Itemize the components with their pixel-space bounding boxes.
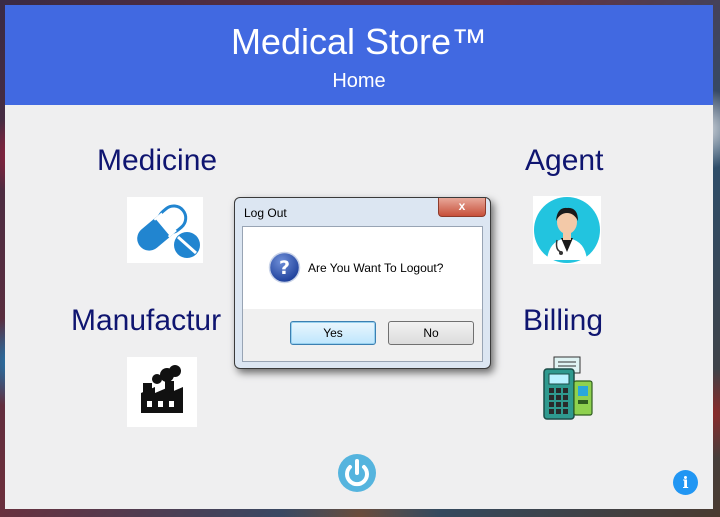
- manufacturer-button[interactable]: [127, 357, 197, 427]
- dialog-body: ? Are You Want To Logout? Yes No: [242, 226, 483, 362]
- billing-button[interactable]: [538, 355, 598, 423]
- info-button[interactable]: i: [673, 470, 698, 495]
- agent-label[interactable]: Agent: [525, 144, 603, 178]
- factory-icon: [141, 365, 183, 413]
- logout-power-button[interactable]: [336, 450, 378, 494]
- agent-button[interactable]: [533, 196, 601, 264]
- medicine-button[interactable]: [127, 197, 203, 263]
- svg-text:?: ?: [279, 257, 290, 279]
- app-header: Medical Store™ Home: [5, 5, 713, 105]
- dialog-content: ? Are You Want To Logout?: [243, 227, 482, 309]
- manufacturer-label[interactable]: Manufactur: [71, 304, 221, 338]
- question-icon: ?: [268, 251, 301, 284]
- doctor-icon: [534, 197, 600, 263]
- power-icon: [338, 454, 376, 492]
- no-button[interactable]: No: [388, 321, 474, 345]
- logout-dialog: Log Out x ? Are You Want To Logout? Yes …: [234, 197, 491, 369]
- billing-machine-icon: [543, 356, 593, 420]
- billing-label[interactable]: Billing: [523, 304, 603, 338]
- close-icon: x: [458, 199, 466, 213]
- info-icon: i: [682, 473, 689, 492]
- dialog-title: Log Out: [244, 206, 287, 220]
- dialog-close-button[interactable]: x: [438, 198, 486, 217]
- page-subtitle: Home: [332, 70, 386, 92]
- yes-button[interactable]: Yes: [290, 321, 376, 345]
- pills-icon: [137, 204, 200, 258]
- medicine-label[interactable]: Medicine: [97, 144, 217, 178]
- dialog-message: Are You Want To Logout?: [308, 261, 444, 275]
- app-title: Medical Store™: [230, 21, 488, 62]
